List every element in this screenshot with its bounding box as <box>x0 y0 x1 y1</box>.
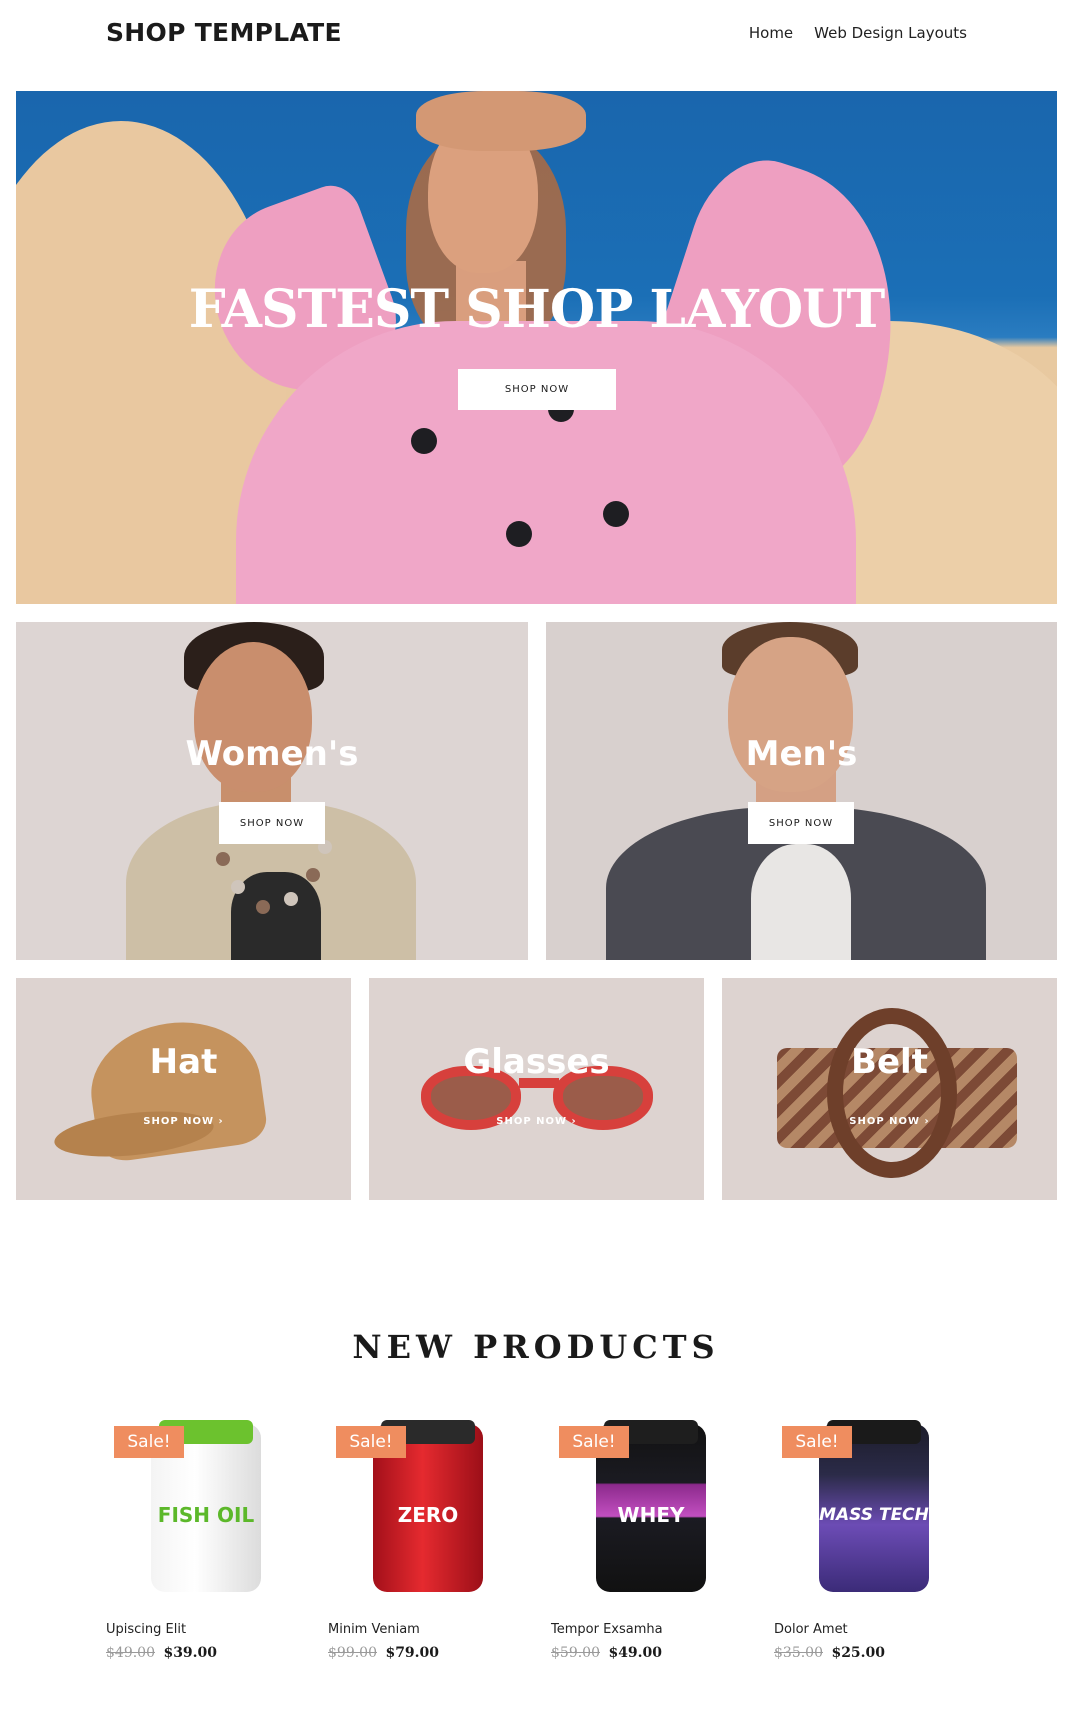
hat-shop-now-link[interactable]: SHOP NOW › <box>16 1116 351 1127</box>
product-price: $59.00 $49.00 <box>551 1645 662 1661</box>
hero-shop-now-button[interactable]: SHOP NOW <box>458 369 616 410</box>
product-old-price: $99.00 <box>328 1645 377 1661</box>
sale-badge: Sale! <box>559 1426 629 1458</box>
sale-badge: Sale! <box>114 1426 184 1458</box>
belt-shop-now-link[interactable]: SHOP NOW › <box>722 1116 1057 1127</box>
category-title-mens: Men's <box>745 734 858 774</box>
necklace-bead <box>231 880 245 894</box>
category-panel-mens[interactable]: Men's SHOP NOW <box>546 622 1057 960</box>
product-label-text: MASS TECH <box>819 1504 929 1525</box>
necklace-bead <box>306 868 320 882</box>
category-title-glasses: Glasses <box>463 1042 610 1082</box>
product-card[interactable]: Sale! ZERO Minim Veniam $99.00 $79.00 <box>328 1420 538 1680</box>
site-logo[interactable]: SHOP TEMPLATE <box>106 18 342 47</box>
product-price: $99.00 $79.00 <box>328 1645 439 1661</box>
sale-badge: Sale! <box>782 1426 852 1458</box>
product-sale-price: $79.00 <box>385 1645 440 1661</box>
site-header: SHOP TEMPLATE Home Web Design Layouts <box>0 0 1072 90</box>
necklace-bead <box>284 892 298 906</box>
product-sale-price: $49.00 <box>608 1645 663 1661</box>
product-name[interactable]: Minim Veniam <box>328 1622 420 1637</box>
mens-model-tshirt <box>751 844 851 960</box>
glasses-shop-now-link[interactable]: SHOP NOW › <box>369 1116 704 1127</box>
hero-model-blazer <box>236 321 856 604</box>
product-card[interactable]: Sale! MASS TECH Dolor Amet $35.00 $25.00 <box>774 1420 984 1680</box>
product-price: $35.00 $25.00 <box>774 1645 885 1661</box>
product-label-text: FISH OIL <box>157 1503 255 1527</box>
womens-shop-now-button[interactable]: SHOP NOW <box>219 802 325 844</box>
blazer-button-icon <box>603 501 629 527</box>
nav-link-home[interactable]: Home <box>749 24 793 42</box>
sale-badge: Sale! <box>336 1426 406 1458</box>
hero-banner: FASTEST SHOP LAYOUT SHOP NOW <box>16 91 1057 604</box>
main-nav: Home Web Design Layouts <box>749 24 967 42</box>
product-label-text: ZERO <box>397 1503 459 1527</box>
product-price: $49.00 $39.00 <box>106 1645 217 1661</box>
category-title-belt: Belt <box>851 1042 928 1082</box>
product-sale-price: $39.00 <box>163 1645 218 1661</box>
product-sale-price: $25.00 <box>831 1645 886 1661</box>
product-card[interactable]: Sale! FISH OIL Upiscing Elit $49.00 $39.… <box>106 1420 316 1680</box>
hero-model-hands <box>416 91 586 151</box>
necklace-bead <box>256 900 270 914</box>
product-name[interactable]: Tempor Exsamha <box>551 1622 663 1637</box>
blazer-button-icon <box>506 521 532 547</box>
category-panel-belt[interactable]: Belt SHOP NOW › <box>722 978 1057 1200</box>
belt-buckle <box>827 1008 957 1178</box>
product-card[interactable]: Sale! WHEY Tempor Exsamha $59.00 $49.00 <box>551 1420 761 1680</box>
product-name[interactable]: Dolor Amet <box>774 1622 848 1637</box>
category-title-womens: Women's <box>185 734 359 774</box>
category-panel-womens[interactable]: Women's SHOP NOW <box>16 622 528 960</box>
product-label-text: WHEY <box>617 1503 685 1527</box>
product-old-price: $59.00 <box>551 1645 600 1661</box>
hero-title: FASTEST SHOP LAYOUT <box>188 279 885 340</box>
category-title-hat: Hat <box>149 1042 218 1082</box>
new-products-heading: NEW PRODUCTS <box>352 1328 720 1366</box>
category-panel-hat[interactable]: Hat SHOP NOW › <box>16 978 351 1200</box>
product-old-price: $49.00 <box>106 1645 155 1661</box>
necklace-bead <box>216 852 230 866</box>
product-name[interactable]: Upiscing Elit <box>106 1622 186 1637</box>
cap-brim <box>52 1104 216 1164</box>
product-old-price: $35.00 <box>774 1645 823 1661</box>
category-panel-glasses[interactable]: Glasses SHOP NOW › <box>369 978 704 1200</box>
blazer-button-icon <box>411 428 437 454</box>
mens-shop-now-button[interactable]: SHOP NOW <box>748 802 854 844</box>
nav-link-web-design-layouts[interactable]: Web Design Layouts <box>814 24 967 42</box>
